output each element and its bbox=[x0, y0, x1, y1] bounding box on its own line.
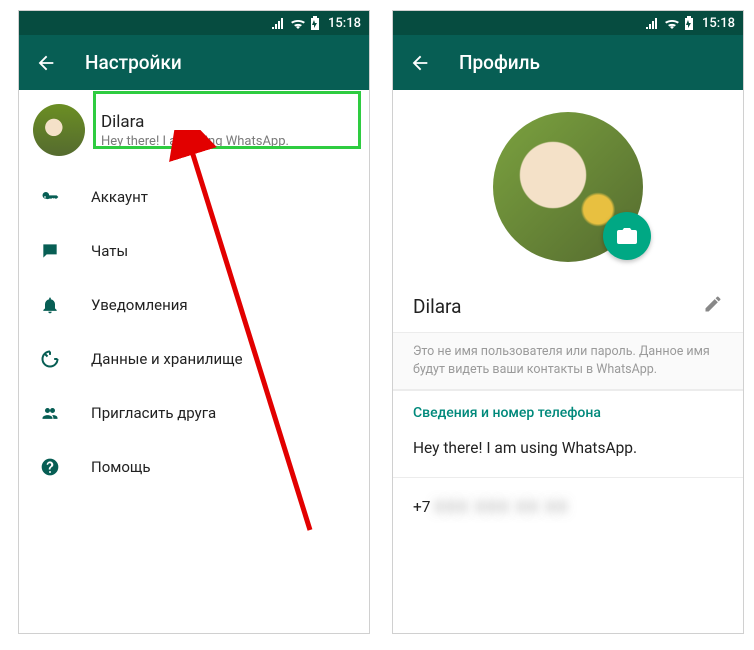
settings-item-help[interactable]: Помощь bbox=[19, 440, 369, 494]
profile-screen: 15:18 Профиль Dilara Это не имя пользова… bbox=[392, 10, 744, 634]
settings-item-label: Чаты bbox=[91, 242, 128, 260]
settings-item-notifications[interactable]: Уведомления bbox=[19, 278, 369, 332]
statusbar: 15:18 bbox=[393, 11, 743, 35]
bell-icon bbox=[39, 294, 61, 316]
back-icon[interactable] bbox=[409, 52, 431, 74]
appbar-title: Профиль bbox=[459, 51, 540, 74]
invite-icon bbox=[39, 402, 61, 424]
settings-item-account[interactable]: Аккаунт bbox=[19, 170, 369, 224]
statusbar: 15:18 bbox=[19, 11, 369, 35]
statusbar-time: 15:18 bbox=[702, 16, 735, 31]
settings-item-label: Аккаунт bbox=[91, 188, 148, 206]
signal-icon bbox=[272, 17, 286, 29]
settings-screen: 15:18 Настройки Dilara Hey there! I am u… bbox=[18, 10, 370, 634]
appbar-title: Настройки bbox=[85, 51, 182, 74]
settings-item-label: Уведомления bbox=[91, 296, 188, 314]
phone-section[interactable]: +7 XXX XXX XX XX bbox=[393, 477, 743, 530]
settings-item-label: Данные и хранилище bbox=[91, 350, 243, 368]
name-hint: Это не имя пользователя или пароль. Данн… bbox=[393, 332, 743, 390]
back-icon[interactable] bbox=[35, 52, 57, 74]
wifi-icon bbox=[290, 17, 306, 29]
settings-item-label: Помощь bbox=[91, 458, 151, 476]
settings-item-chats[interactable]: Чаты bbox=[19, 224, 369, 278]
phone-row: +7 XXX XXX XX XX bbox=[413, 492, 723, 516]
settings-profile-row[interactable]: Dilara Hey there! I am using WhatsApp. bbox=[19, 90, 369, 170]
camera-button[interactable] bbox=[603, 212, 651, 260]
phone-prefix: +7 bbox=[413, 498, 431, 516]
battery-icon bbox=[684, 16, 694, 30]
phone-blurred: XXX XXX XX XX bbox=[434, 498, 569, 516]
wifi-icon bbox=[664, 17, 680, 29]
settings-item-label: Пригласить друга bbox=[91, 404, 216, 422]
profile-hero bbox=[393, 90, 743, 280]
statusbar-time: 15:18 bbox=[328, 16, 361, 31]
profile-text: Dilara Hey there! I am using WhatsApp. bbox=[101, 112, 289, 149]
avatar bbox=[33, 104, 85, 156]
info-section-title: Сведения и номер телефона bbox=[413, 405, 723, 421]
profile-status: Hey there! I am using WhatsApp. bbox=[101, 134, 289, 149]
signal-icon bbox=[646, 17, 660, 29]
name-section[interactable]: Dilara bbox=[393, 280, 743, 332]
battery-icon bbox=[310, 16, 320, 30]
settings-item-data[interactable]: Данные и хранилище bbox=[19, 332, 369, 386]
profile-name: Dilara bbox=[101, 112, 289, 132]
settings-item-invite[interactable]: Пригласить друга bbox=[19, 386, 369, 440]
edit-icon[interactable] bbox=[703, 294, 723, 318]
appbar: Профиль bbox=[393, 35, 743, 90]
help-icon bbox=[39, 456, 61, 478]
profile-name: Dilara bbox=[413, 295, 461, 318]
appbar: Настройки bbox=[19, 35, 369, 90]
chat-icon bbox=[39, 240, 61, 262]
data-icon bbox=[39, 348, 61, 370]
camera-icon bbox=[615, 224, 639, 248]
info-section: Сведения и номер телефона Hey there! I a… bbox=[393, 390, 743, 477]
key-icon bbox=[39, 186, 61, 208]
about-row[interactable]: Hey there! I am using WhatsApp. bbox=[413, 433, 723, 463]
